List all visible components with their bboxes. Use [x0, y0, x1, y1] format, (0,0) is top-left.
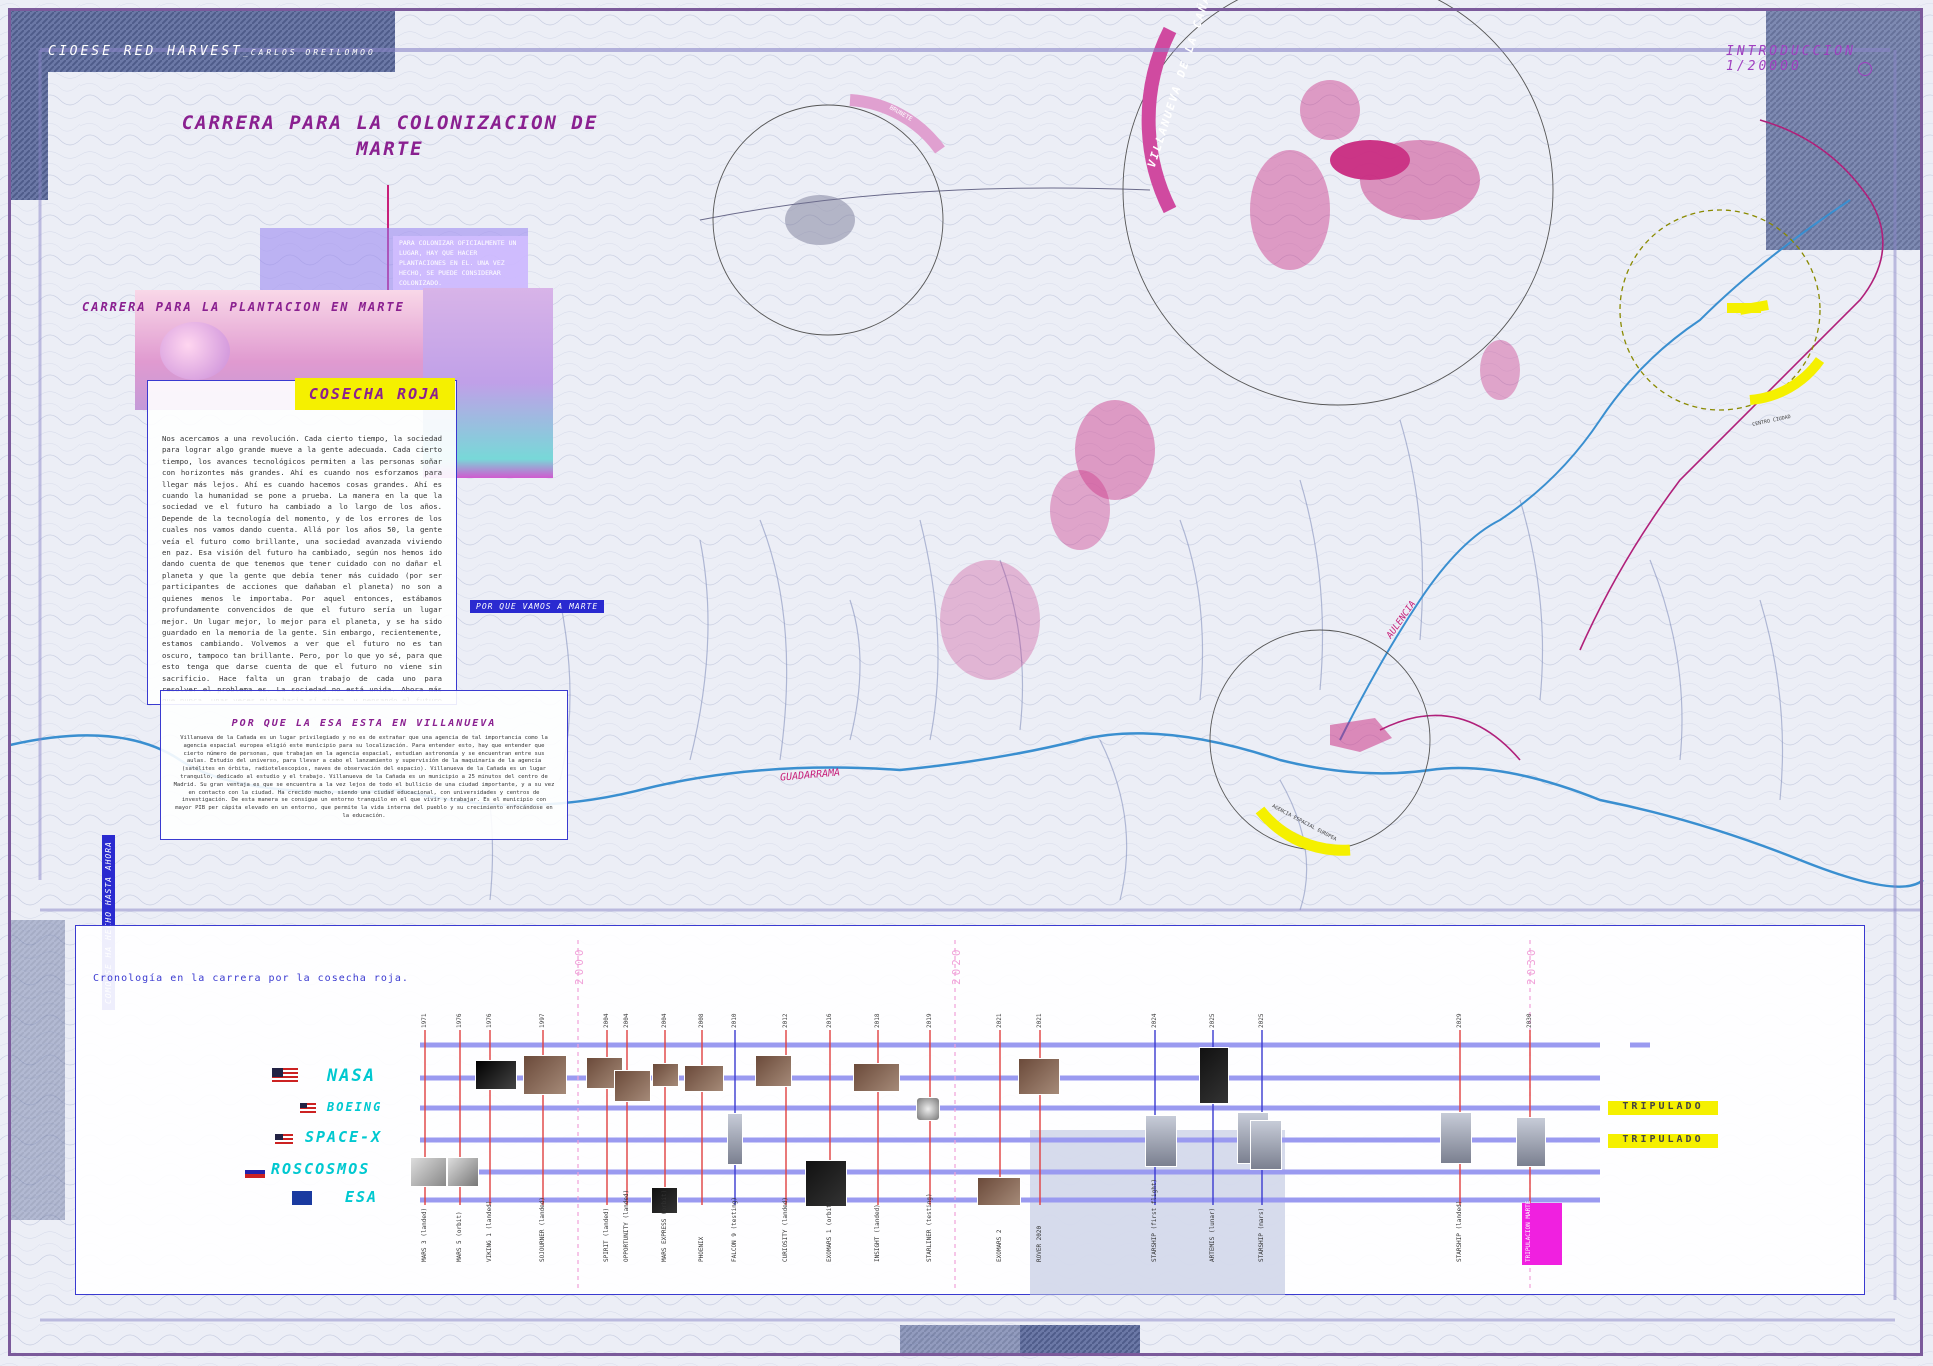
- timeline-mission: ARTEMIS (lunar): [1209, 1207, 1216, 1262]
- mission-image-rover2020: [1018, 1058, 1060, 1095]
- usa-flag-small-icon: [300, 1103, 316, 1113]
- mission-image-insight: [853, 1063, 900, 1092]
- mission-image-starliner: [916, 1097, 940, 1121]
- usa-flag-spacex-icon: [275, 1134, 293, 1146]
- tripulado-tag-spacex: TRIPULADO: [1608, 1134, 1718, 1148]
- timeline-year: 2030: [1526, 1013, 1533, 1028]
- mission-image-opportunity-2: [652, 1063, 679, 1087]
- agency-nasa: NASA: [327, 1066, 376, 1086]
- timeline-year: 2012: [782, 1013, 789, 1028]
- agency-spacex: SPACE-X: [305, 1128, 383, 1146]
- timeline-mission: FALCON 9 (testing): [731, 1196, 738, 1262]
- mission-image-curiosity: [755, 1055, 792, 1087]
- timeline-mission: MARS 3 (landed): [421, 1207, 428, 1262]
- timeline-year: 2025: [1258, 1013, 1265, 1028]
- timeline-mission: OPPORTUNITY (landed): [623, 1189, 630, 1262]
- timeline-decade: 2030: [1525, 946, 1538, 986]
- timeline-year: 2021: [1036, 1013, 1043, 1028]
- mission-image-artemis: [1199, 1047, 1229, 1104]
- mission-image-mars3: [410, 1157, 447, 1187]
- timeline-year: 2018: [874, 1013, 881, 1028]
- timeline-mission: STARSHIP (landed): [1456, 1200, 1463, 1262]
- timeline-mission: EXOMARS 2: [996, 1229, 1003, 1262]
- timeline-year: 1997: [539, 1013, 546, 1028]
- agency-esa: ESA: [345, 1188, 379, 1206]
- mission-image-mars5: [447, 1157, 479, 1187]
- russia-flag-icon: [245, 1166, 265, 1178]
- timeline-mission: EXOMARS 1 (orbit): [826, 1200, 833, 1262]
- timeline-mission: MARS EXPRESS (orbit): [661, 1189, 668, 1262]
- tripulado-tag-boeing: TRIPULADO: [1608, 1101, 1718, 1115]
- timeline-year: 2010: [731, 1013, 738, 1028]
- timeline-year: 2025: [1209, 1013, 1216, 1028]
- timeline-mission: STARSHIP (mars): [1258, 1207, 1265, 1262]
- timeline-year: 2016: [826, 1013, 833, 1028]
- timeline-mission: TRIPULACION MARTE: [1525, 1200, 1532, 1262]
- timeline-year: 1976: [486, 1013, 493, 1028]
- timeline-mission: ROVER 2020: [1036, 1225, 1043, 1262]
- timeline-year: 2024: [1151, 1013, 1158, 1028]
- timeline-mission: SOJOURNER (landed): [539, 1196, 546, 1262]
- timeline-mission: MARS 5 (orbit): [456, 1211, 463, 1262]
- timeline-mission: STARLINER (testing): [926, 1193, 933, 1262]
- timeline-year: 2004: [623, 1013, 630, 1028]
- agency-boeing: BOEING: [327, 1100, 383, 1114]
- timeline-year: 2004: [661, 1013, 668, 1028]
- agency-roscosmos: ROSCOSMOS: [271, 1160, 371, 1178]
- timeline-mission: PHOENIX: [698, 1236, 705, 1262]
- timeline-mission: VIKING 1 (landed): [486, 1200, 493, 1262]
- mission-image-falcon9: [727, 1113, 743, 1165]
- mission-image-opportunity: [614, 1070, 651, 1102]
- usa-flag-icon: [272, 1068, 298, 1084]
- timeline-year: 2019: [926, 1013, 933, 1028]
- mission-image-starship4: [1440, 1112, 1472, 1164]
- mission-image-viking: [475, 1060, 517, 1090]
- timeline-decade: 2000: [573, 946, 586, 986]
- mission-image-sojourner: [523, 1055, 567, 1095]
- timeline-decade: 2020: [950, 946, 963, 986]
- mission-image-phoenix: [684, 1065, 724, 1092]
- eu-flag-icon: [292, 1191, 312, 1205]
- mission-image-exomars2: [977, 1177, 1021, 1206]
- mission-image-starship5: [1516, 1117, 1546, 1167]
- mission-image-starship3: [1250, 1120, 1282, 1170]
- mission-image-starship1: [1145, 1115, 1177, 1167]
- timeline-year: 2008: [698, 1013, 705, 1028]
- timeline-mission: STARSHIP (first flight): [1151, 1178, 1158, 1262]
- timeline-year: 1971: [421, 1013, 428, 1028]
- timeline-year: 2004: [603, 1013, 610, 1028]
- timeline-year: 1976: [456, 1013, 463, 1028]
- timeline-year: 2021: [996, 1013, 1003, 1028]
- timeline-mission: CURIOSITY (landed): [782, 1196, 789, 1262]
- timeline-mission: INSIGHT (landed): [874, 1204, 881, 1262]
- timeline-year: 2029: [1456, 1013, 1463, 1028]
- timeline-mission: SPIRIT (landed): [603, 1207, 610, 1262]
